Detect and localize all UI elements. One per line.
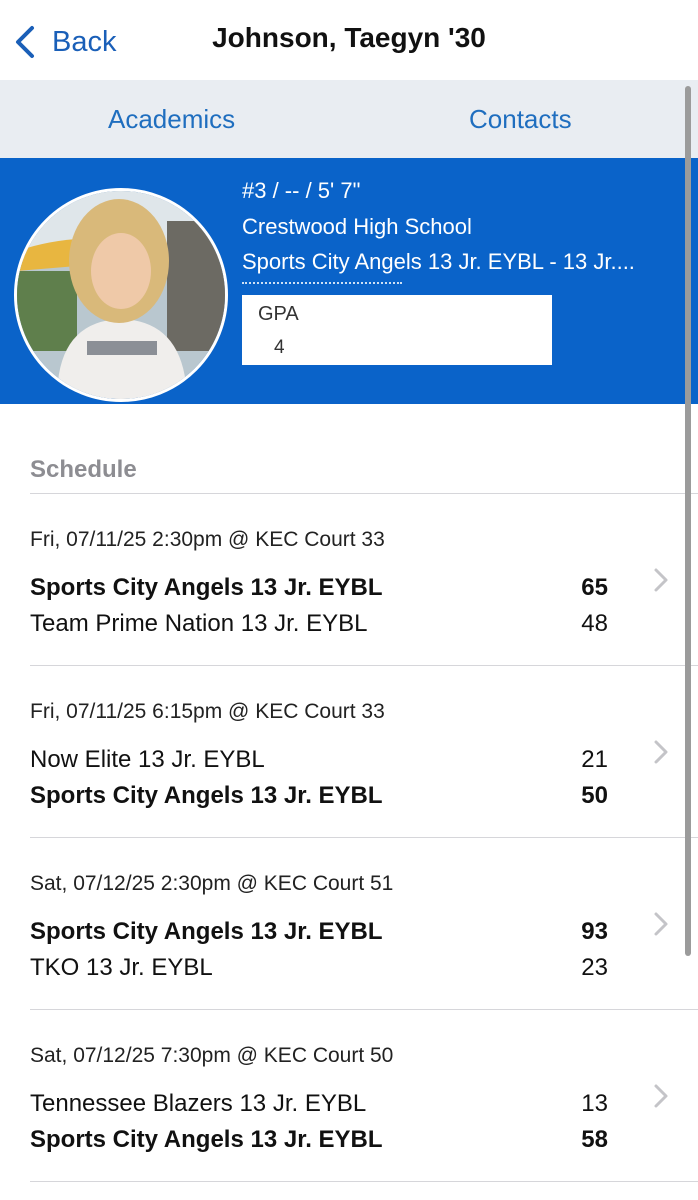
game-datetime: Sat, 07/12/25 7:30pm @ KEC Court 50	[30, 1044, 394, 1067]
tab-academics[interactable]: Academics	[108, 80, 235, 158]
page-indicator	[242, 282, 402, 286]
away-team: TKO 13 Jr. EYBL	[30, 954, 213, 981]
home-team: Sports City Angels 13 Jr. EYBL	[30, 574, 383, 601]
scrollbar[interactable]	[685, 86, 691, 956]
game-datetime: Sat, 07/12/25 2:30pm @ KEC Court 51	[30, 872, 394, 895]
gpa-label: GPA	[258, 303, 299, 325]
away-score: 50	[581, 782, 608, 809]
game-datetime: Fri, 07/11/25 6:15pm @ KEC Court 33	[30, 700, 385, 723]
home-score: 13	[581, 1090, 608, 1117]
chevron-right-icon	[654, 740, 668, 764]
home-team: Tennessee Blazers 13 Jr. EYBL	[30, 1090, 367, 1117]
navigation-bar: Back Johnson, Taegyn '30	[0, 0, 698, 80]
game-datetime: Fri, 07/11/25 2:30pm @ KEC Court 33	[30, 528, 385, 551]
game-row[interactable]: Fri, 07/11/25 6:15pm @ KEC Court 33 Now …	[0, 666, 698, 838]
tab-contacts[interactable]: Contacts	[469, 80, 572, 158]
away-score: 58	[581, 1126, 608, 1153]
game-row[interactable]: Sat, 07/12/25 7:30pm @ KEC Court 50 Tenn…	[0, 1010, 698, 1182]
chevron-right-icon	[654, 912, 668, 936]
game-row[interactable]: Fri, 07/11/25 2:30pm @ KEC Court 33 Spor…	[0, 494, 698, 666]
away-score: 23	[581, 954, 608, 981]
schedule-heading: Schedule	[30, 456, 137, 483]
away-team: Team Prime Nation 13 Jr. EYBL	[30, 610, 368, 637]
home-score: 93	[581, 918, 608, 945]
gpa-card: GPA 4	[242, 295, 552, 365]
away-team: Sports City Angels 13 Jr. EYBL	[30, 1126, 383, 1153]
tab-bar: Academics Contacts	[0, 80, 698, 158]
chevron-right-icon	[654, 568, 668, 592]
page-title: Johnson, Taegyn '30	[212, 22, 486, 53]
gpa-value: 4	[274, 337, 285, 358]
home-team: Now Elite 13 Jr. EYBL	[30, 746, 265, 773]
divider	[30, 1181, 698, 1182]
player-number-height: #3 / -- / 5' 7"	[242, 178, 361, 203]
away-score: 48	[581, 610, 608, 637]
home-score: 21	[581, 746, 608, 773]
avatar	[14, 188, 228, 402]
home-team: Sports City Angels 13 Jr. EYBL	[30, 918, 383, 945]
chevron-right-icon	[654, 1084, 668, 1108]
home-score: 65	[581, 574, 608, 601]
player-header: #3 / -- / 5' 7" Crestwood High School Sp…	[0, 158, 698, 404]
away-team: Sports City Angels 13 Jr. EYBL	[30, 782, 383, 809]
player-team: Sports City Angels 13 Jr. EYBL - 13 Jr..…	[242, 249, 635, 274]
player-school: Crestwood High School	[242, 214, 472, 239]
game-row[interactable]: Sat, 07/12/25 2:30pm @ KEC Court 51 Spor…	[0, 838, 698, 1010]
